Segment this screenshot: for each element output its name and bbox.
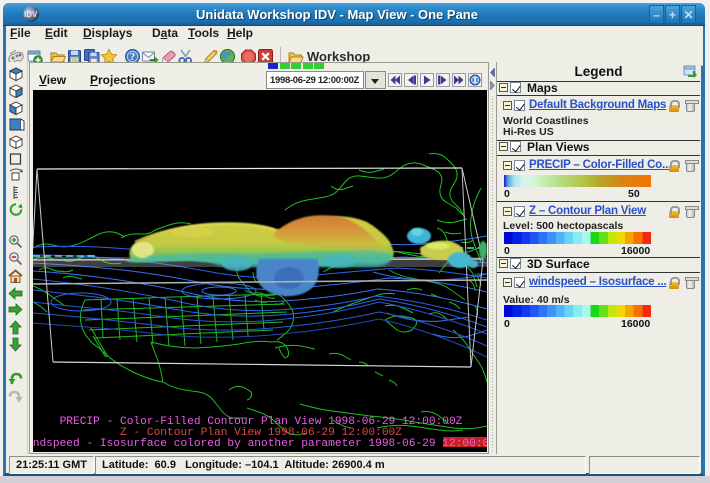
svg-text:windspeed - Isosurface colored: windspeed - Isosurface colored by anothe… (33, 438, 487, 450)
